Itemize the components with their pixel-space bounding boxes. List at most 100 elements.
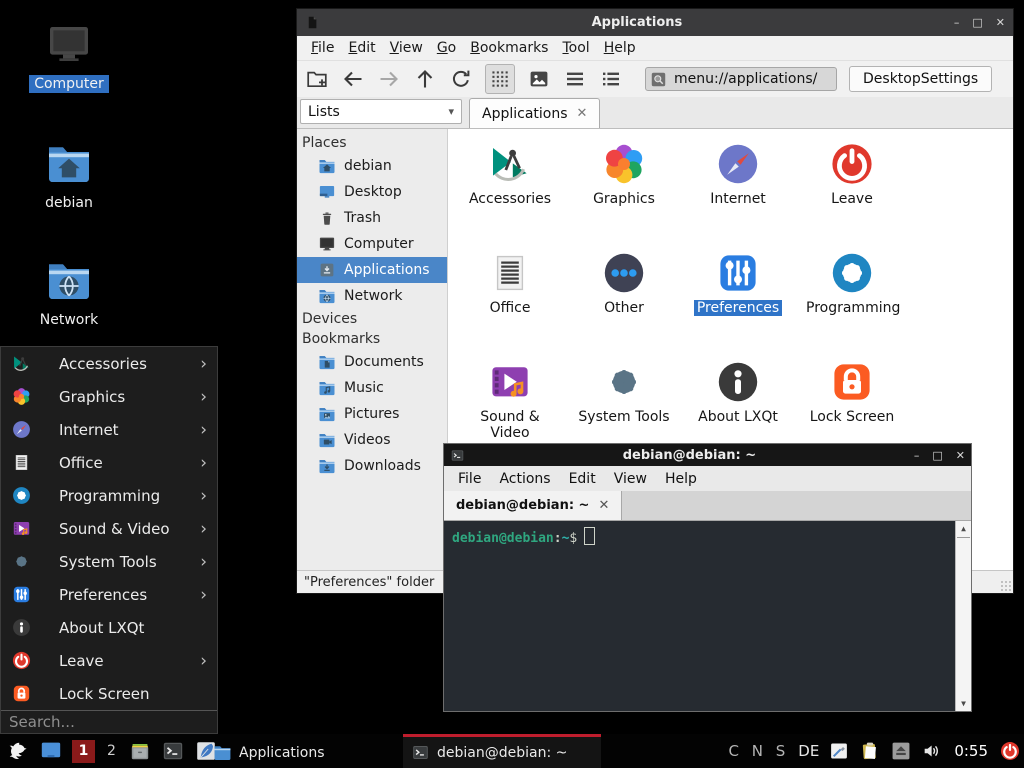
fm-menu-bookmarks[interactable]: Bookmarks	[463, 38, 555, 58]
back-button[interactable]	[341, 67, 365, 91]
sidebar-item-computer[interactable]: Computer	[297, 231, 447, 257]
terminal-screen[interactable]: debian@debian:~$ ▲ ▼	[444, 521, 971, 711]
grid-item-internet[interactable]: Internet	[681, 135, 795, 244]
grid-item-programming[interactable]: Programming	[795, 244, 909, 353]
menu-item-system-tools[interactable]: System Tools›	[1, 545, 217, 578]
grid-item-preferences[interactable]: Preferences	[681, 244, 795, 353]
reload-button[interactable]	[449, 67, 473, 91]
terminal-titlebar[interactable]: debian@debian: ~ – □ ✕	[444, 444, 971, 466]
up-button[interactable]	[413, 67, 437, 91]
videos-folder-icon	[318, 431, 336, 449]
about-icon	[11, 617, 32, 638]
volume-tray-icon[interactable]	[921, 740, 943, 762]
desktop-settings-button[interactable]: DesktopSettings	[849, 66, 992, 92]
file-manager-launcher[interactable]	[128, 739, 152, 763]
grid-item-graphics[interactable]: Graphics	[567, 135, 681, 244]
desktop-icon-computer[interactable]: Computer	[14, 20, 124, 93]
tab-close-icon[interactable]: ✕	[577, 106, 588, 121]
sidebar-item-desktop[interactable]: Desktop	[297, 179, 447, 205]
grid-item-label: Other	[601, 300, 647, 316]
grid-item-office[interactable]: Office	[453, 244, 567, 353]
sidebar-item-applications[interactable]: Applications	[297, 257, 447, 283]
detailed-view-button[interactable]	[599, 67, 623, 91]
workspace-2-button[interactable]: 2	[104, 743, 119, 759]
terminal-launcher[interactable]	[161, 739, 185, 763]
address-input[interactable]	[672, 70, 832, 88]
resize-grip[interactable]	[999, 579, 1011, 591]
clock[interactable]: 0:55	[952, 742, 990, 760]
maximize-button[interactable]: □	[972, 17, 982, 28]
desktop-icon-network[interactable]: Network	[14, 256, 124, 329]
taskbar-task-debian-debian-[interactable]: debian@debian: ~	[403, 734, 601, 768]
fm-menu-help[interactable]: Help	[597, 38, 643, 58]
terminal-menu-edit[interactable]: Edit	[560, 469, 605, 489]
tab-close-icon[interactable]: ✕	[598, 498, 609, 513]
new-tab-button[interactable]	[305, 67, 329, 91]
grid-item-other[interactable]: Other	[567, 244, 681, 353]
sidebar-item-trash[interactable]: Trash	[297, 205, 447, 231]
fm-menu-edit[interactable]: Edit	[341, 38, 382, 58]
fm-menu-go[interactable]: Go	[430, 38, 463, 58]
chevron-right-icon: ›	[200, 585, 207, 605]
compact-view-button[interactable]	[563, 67, 587, 91]
menu-item-lock-screen[interactable]: Lock Screen	[1, 677, 217, 710]
terminal-menu-help[interactable]: Help	[656, 469, 706, 489]
fm-menu-view[interactable]: View	[383, 38, 430, 58]
sound-video-icon	[486, 358, 534, 406]
scroll-down-icon[interactable]: ▼	[956, 699, 971, 708]
terminal-tab[interactable]: debian@debian: ~ ✕	[444, 491, 622, 520]
chevron-right-icon: ›	[200, 354, 207, 374]
menu-item-internet[interactable]: Internet›	[1, 413, 217, 446]
sidebar-item-music[interactable]: Music	[297, 375, 447, 401]
menu-item-preferences[interactable]: Preferences›	[1, 578, 217, 611]
terminal-menu-file[interactable]: File	[449, 469, 490, 489]
menu-item-sound-video[interactable]: Sound & Video›	[1, 512, 217, 545]
close-button[interactable]: ✕	[996, 17, 1005, 28]
close-button[interactable]: ✕	[956, 450, 965, 461]
menu-item-programming[interactable]: Programming›	[1, 479, 217, 512]
address-bar[interactable]	[645, 67, 837, 91]
eject-tray-icon[interactable]	[890, 740, 912, 762]
desktop-icon-debian[interactable]: debian	[14, 139, 124, 212]
fm-menu-file[interactable]: File	[304, 38, 341, 58]
screenshot-tray-icon[interactable]	[828, 740, 850, 762]
power-button[interactable]	[999, 740, 1021, 762]
clipboard-tray-icon[interactable]	[859, 740, 881, 762]
grid-item-leave[interactable]: Leave	[795, 135, 909, 244]
taskbar-task-applications[interactable]: Applications	[205, 734, 403, 768]
side-pane-selector[interactable]: Lists ▾	[300, 99, 462, 124]
forward-button[interactable]	[377, 67, 401, 91]
file-manager-titlebar[interactable]: Applications – □ ✕	[297, 9, 1013, 36]
menu-item-about-lxqt[interactable]: About LXQt	[1, 611, 217, 644]
minimize-button[interactable]: –	[914, 450, 920, 461]
grid-item-accessories[interactable]: Accessories	[453, 135, 567, 244]
start-menu-button[interactable]	[6, 739, 30, 763]
menu-search-input[interactable]	[1, 713, 217, 731]
window-file-icon	[305, 15, 320, 30]
sidebar-item-documents[interactable]: Documents	[297, 349, 447, 375]
tab-applications[interactable]: Applications ✕	[469, 98, 600, 128]
menu-item-graphics[interactable]: Graphics›	[1, 380, 217, 413]
scroll-up-icon[interactable]: ▲	[956, 524, 971, 533]
menu-item-accessories[interactable]: Accessories›	[1, 347, 217, 380]
menu-item-office[interactable]: Office›	[1, 446, 217, 479]
sidebar-item-videos[interactable]: Videos	[297, 427, 447, 453]
keyboard-indicator[interactable]: C N S	[729, 742, 790, 760]
sidebar-item-debian[interactable]: debian	[297, 153, 447, 179]
chevron-right-icon: ›	[200, 552, 207, 572]
show-desktop-button[interactable]	[39, 739, 63, 763]
minimize-button[interactable]: –	[954, 17, 960, 28]
menu-item-leave[interactable]: Leave›	[1, 644, 217, 677]
thumbnail-view-button[interactable]	[527, 67, 551, 91]
maximize-button[interactable]: □	[932, 450, 942, 461]
sidebar-item-network[interactable]: Network	[297, 283, 447, 309]
terminal-menu-view[interactable]: View	[605, 469, 656, 489]
terminal-scrollbar[interactable]: ▲ ▼	[955, 521, 971, 711]
sidebar-item-pictures[interactable]: Pictures	[297, 401, 447, 427]
sidebar-item-downloads[interactable]: Downloads	[297, 453, 447, 479]
fm-menu-tool[interactable]: Tool	[555, 38, 596, 58]
terminal-menu-actions[interactable]: Actions	[490, 469, 559, 489]
keyboard-layout[interactable]: DE	[798, 742, 819, 760]
workspace-1-button[interactable]: 1	[72, 740, 95, 763]
icon-view-button[interactable]	[485, 64, 515, 94]
